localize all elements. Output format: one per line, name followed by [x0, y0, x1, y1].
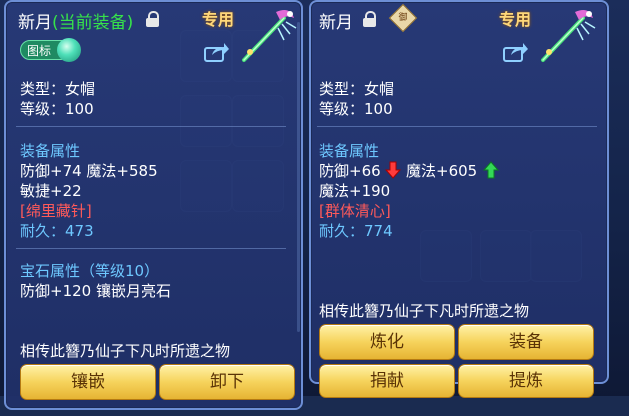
- hairpin-icon: [242, 10, 297, 62]
- refine-button[interactable]: 炼化: [319, 324, 455, 360]
- compare-item-panel: 新月 御 专用 类型：女帽 等级：100 装备属性 防御+66 魔法+605 魔…: [309, 0, 609, 398]
- item-level: 等级：100: [319, 100, 393, 118]
- attribute-magic: 魔法+605: [406, 162, 478, 180]
- exclusive-badge: 专用: [202, 10, 235, 29]
- lock-icon[interactable]: [146, 11, 159, 27]
- item-type: 类型：女帽: [20, 80, 96, 98]
- durability: 耐久：473: [20, 222, 94, 240]
- equip-button[interactable]: 装备: [458, 324, 594, 360]
- item-type: 类型：女帽: [319, 80, 395, 98]
- attributes-header: 装备属性: [319, 142, 380, 160]
- share-icon[interactable]: [503, 42, 529, 62]
- item-level: 等级：100: [20, 100, 94, 118]
- equipped-item-panel: 新月(当前装备) 专用 图标 类型：女帽 等级：100 装备属性 防御+74 魔…: [4, 0, 303, 410]
- special-skill: [群体清心]: [319, 202, 391, 220]
- equipped-status: (当前装备): [52, 13, 134, 33]
- arrow-down-icon: [385, 161, 401, 179]
- icon-toggle[interactable]: 图标: [20, 38, 81, 62]
- divider: [317, 126, 597, 127]
- item-name: 新月: [18, 13, 52, 33]
- durability: 耐久：774: [319, 222, 393, 240]
- attribute-defense: 防御+66: [319, 162, 381, 180]
- toggle-knob-icon: [57, 38, 81, 62]
- hairpin-icon: [541, 10, 596, 62]
- inlay-button[interactable]: 镶嵌: [20, 364, 156, 400]
- exclusive-badge: 专用: [499, 10, 532, 29]
- attribute-line: 敏捷+22: [20, 182, 82, 200]
- special-skill: [绵里藏针]: [20, 202, 92, 220]
- divider: [16, 248, 286, 249]
- gem-attributes-header: 宝石属性（等级10）: [20, 262, 160, 280]
- unequip-button[interactable]: 卸下: [159, 364, 295, 400]
- item-description: 相传此簪乃仙子下凡时所遗之物: [319, 302, 530, 320]
- gem-attribute-line: 防御+120 镶嵌月亮石: [20, 282, 171, 300]
- attribute-line: 魔法+190: [319, 182, 391, 200]
- extract-button[interactable]: 提炼: [458, 364, 594, 398]
- scrollbar[interactable]: [297, 22, 300, 332]
- item-title: 新月(当前装备): [18, 8, 133, 33]
- icon-toggle-label: 图标: [27, 44, 52, 58]
- arrow-up-icon: [483, 161, 499, 179]
- donate-button[interactable]: 捐献: [319, 364, 455, 398]
- item-name: 新月: [319, 13, 353, 33]
- item-description: 相传此簪乃仙子下凡时所遗之物: [20, 342, 231, 360]
- seal-icon: 御: [388, 3, 418, 33]
- lock-icon[interactable]: [363, 11, 376, 27]
- share-icon[interactable]: [204, 42, 230, 62]
- divider: [16, 126, 286, 127]
- attributes-header: 装备属性: [20, 142, 81, 160]
- attribute-line: 防御+74 魔法+585: [20, 162, 158, 180]
